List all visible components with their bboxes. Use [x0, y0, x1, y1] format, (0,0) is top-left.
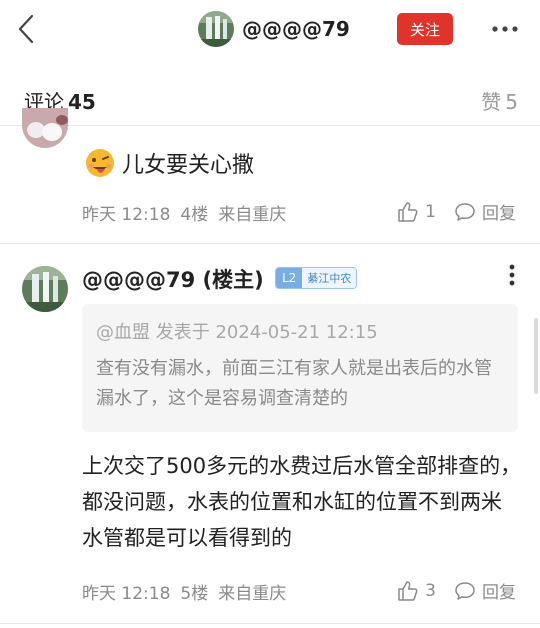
scrollbar[interactable]	[534, 318, 538, 394]
reply-label: 回复	[482, 583, 516, 603]
reply-button[interactable]: 回复	[454, 199, 516, 224]
comment-time: 昨天 12:18	[82, 584, 171, 604]
waterfall-avatar-image	[198, 11, 234, 47]
comment-meta: 昨天 12:18 5楼 来自重庆	[82, 579, 286, 604]
header-user[interactable]: @@@@79	[198, 8, 350, 50]
quoted-comment[interactable]: @血盟 发表于 2024-05-21 12:15 查有没有漏水，前面三江有家人就…	[82, 304, 518, 432]
chevron-left-icon	[18, 14, 34, 44]
comment-actions: 3 回复	[397, 578, 516, 603]
level-label: L2	[276, 268, 303, 288]
quote-text: 查有没有漏水，前面三江有家人就是出表后的水管漏水了，这个是容易调查清楚的	[96, 358, 492, 409]
level-badge: L2 綦江中农	[275, 267, 358, 289]
tab-comments-count: 45	[68, 90, 96, 114]
tab-likes-label: 赞	[481, 90, 502, 114]
back-button[interactable]	[12, 12, 40, 46]
header-username: @@@@79	[242, 17, 350, 41]
reply-label: 回复	[482, 204, 516, 224]
divider	[0, 243, 540, 244]
comment-author[interactable]: @@@@79 (楼主)	[82, 264, 264, 294]
tab-likes-count: 5	[505, 90, 518, 114]
comment-bubble-icon	[455, 202, 475, 221]
follow-button[interactable]: 关注	[397, 13, 453, 45]
tabs-bar: 评论 45 赞5	[0, 80, 540, 126]
avatar[interactable]	[22, 266, 68, 312]
like-button[interactable]: 1	[397, 201, 436, 223]
comment-location: 来自重庆	[218, 584, 287, 604]
comment-content: 上次交了500多元的水费过后水管全部排查的，都没问题，水表的位置和水缸的位置不到…	[82, 454, 522, 550]
comment-meta: 昨天 12:18 4楼 来自重庆	[82, 200, 286, 225]
comment-bubble-icon	[455, 581, 475, 600]
thumbs-up-icon	[398, 580, 418, 601]
top-bar: @@@@79 关注	[0, 0, 540, 60]
waterfall-avatar-image	[22, 266, 68, 312]
tongue-out-emoji-icon	[86, 149, 114, 177]
avatar[interactable]	[22, 108, 68, 148]
comment-text: 儿女要关心撒	[84, 146, 254, 180]
thumbs-up-icon	[398, 201, 418, 222]
group-label: 綦江中农	[302, 268, 357, 288]
quote-header: @血盟 发表于 2024-05-21 12:15	[96, 322, 378, 343]
like-button[interactable]: 3	[397, 580, 436, 602]
comment-location: 来自重庆	[218, 205, 287, 225]
more-options-button[interactable]	[488, 14, 522, 44]
reply-button[interactable]: 回复	[454, 578, 516, 603]
comment-actions: 1 回复	[397, 199, 516, 224]
like-count: 3	[425, 580, 436, 601]
comment-time: 昨天 12:18	[82, 205, 171, 225]
comment-more-button[interactable]	[502, 262, 522, 288]
like-count: 1	[425, 201, 436, 222]
more-vertical-icon	[509, 264, 515, 286]
comment-content: 儿女要关心撒	[122, 153, 255, 178]
divider	[0, 623, 540, 624]
comment-floor: 5楼	[180, 584, 209, 604]
tab-likes[interactable]: 赞5	[481, 86, 518, 115]
avatar[interactable]	[198, 11, 234, 47]
comment-floor: 4楼	[180, 205, 209, 225]
more-horizontal-icon	[492, 26, 518, 32]
avatar-image	[22, 108, 68, 148]
